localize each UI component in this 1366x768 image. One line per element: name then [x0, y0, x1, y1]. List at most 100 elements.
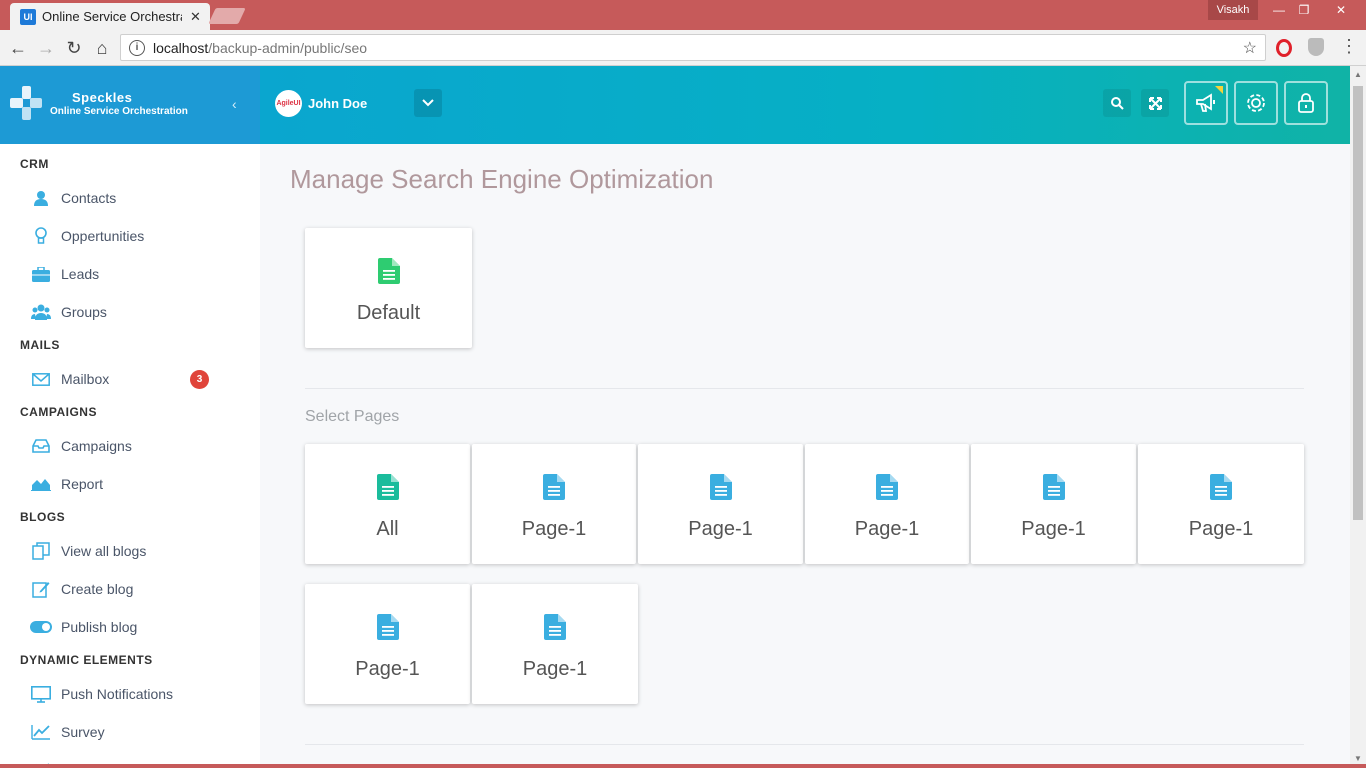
sidebar-item-report[interactable]: Report — [30, 472, 230, 496]
url-path: /backup-admin/public/seo — [208, 39, 368, 56]
brand-name: Speckles — [72, 90, 133, 105]
fullscreen-button[interactable] — [1141, 89, 1169, 117]
sidebar-item-label: Campaigns — [61, 438, 132, 454]
sidebar-item-label: Survey — [61, 724, 105, 740]
card-label: Page-1 — [355, 658, 420, 680]
card-label: Page-1 — [688, 518, 753, 540]
browser-toolbar: ← → ↻ ⌂ i localhost/backup-admin/public/… — [0, 30, 1366, 66]
sidebar-item-label: Contacts — [61, 190, 117, 206]
new-tab-button[interactable] — [208, 8, 246, 24]
sidebar-item-label: View all blogs — [61, 543, 147, 559]
opera-extension-icon[interactable] — [1276, 39, 1292, 57]
sidebar-item-label: Publish blog — [61, 619, 138, 635]
browser-menu-icon[interactable]: ⋮ — [1340, 36, 1358, 57]
sidebar-section-campaigns: CAMPAIGNS — [20, 405, 97, 419]
scroll-down-icon[interactable]: ▼ — [1354, 754, 1362, 763]
site-info-icon[interactable]: i — [129, 39, 145, 56]
monitor-icon — [30, 684, 52, 704]
sidebar-item-survey[interactable]: Survey — [30, 720, 230, 744]
expand-icon — [1148, 96, 1162, 110]
page-scrollbar[interactable]: ▲ ▼ — [1350, 66, 1366, 768]
document-icon — [376, 474, 399, 500]
default-card[interactable]: Default — [305, 228, 472, 348]
sidebar-item-publish-blog[interactable]: Publish blog — [30, 615, 230, 639]
url-bar[interactable]: i localhost/backup-admin/public/seo ☆ — [120, 34, 1266, 61]
settings-button[interactable] — [1234, 81, 1278, 125]
document-icon — [1210, 474, 1232, 500]
top-bar: AgileUI John Doe — [260, 66, 1350, 144]
sidebar-collapse-icon[interactable]: ‹ — [232, 96, 237, 112]
back-icon[interactable]: ← — [6, 36, 30, 60]
sidebar-section-blogs: BLOGS — [20, 510, 66, 524]
page-card[interactable]: Page-1 — [638, 444, 803, 564]
url-text: localhost/backup-admin/public/seo — [153, 40, 367, 56]
page-card[interactable]: Page-1 — [1138, 444, 1304, 564]
brand-logo-icon — [10, 86, 44, 120]
page-card-all[interactable]: All — [305, 444, 470, 564]
sidebar-item-oppertunities[interactable]: Oppertunities — [30, 224, 230, 248]
sidebar-item-push-notifications[interactable]: Push Notifications — [30, 682, 230, 706]
restore-icon[interactable]: ❐ — [1290, 0, 1318, 20]
sidebar-item-label: Push Notifications — [61, 686, 174, 702]
window-close-icon[interactable]: ✕ — [1327, 0, 1355, 20]
sidebar-item-label: Report — [61, 476, 104, 492]
toggle-icon — [30, 617, 52, 637]
sidebar-item-label: Leads — [61, 266, 100, 282]
envelope-icon — [30, 369, 52, 389]
brand-header: Speckles Online Service Orchestration ‹ — [0, 66, 260, 144]
lightbulb-icon — [30, 226, 52, 246]
sidebar-item-mailbox[interactable]: Mailbox 3 — [30, 367, 230, 391]
reload-icon[interactable]: ↻ — [62, 36, 86, 60]
favicon-icon: UI — [20, 8, 36, 25]
sidebar-item-groups[interactable]: Groups — [30, 300, 230, 324]
browser-tab[interactable]: UI Online Service Orchestration ✕ — [10, 3, 210, 30]
sidebar-section-crm: CRM — [20, 157, 49, 171]
sidebar-item-campaigns[interactable]: Campaigns — [30, 434, 230, 458]
sidebar-item-contacts[interactable]: Contacts — [30, 186, 230, 210]
card-label: Page-1 — [522, 658, 588, 680]
area-chart-icon — [30, 474, 52, 494]
minimize-icon[interactable]: — — [1265, 0, 1293, 20]
sidebar-item-view-all-blogs[interactable]: View all blogs — [30, 539, 230, 563]
scroll-up-icon[interactable]: ▲ — [1354, 70, 1362, 79]
avatar[interactable]: AgileUI — [275, 90, 302, 117]
sidebar-section-dynamic-elements: DYNAMIC ELEMENTS — [20, 653, 153, 667]
inbox-icon — [30, 436, 52, 456]
user-dropdown-button[interactable] — [414, 89, 442, 117]
document-icon — [709, 474, 732, 500]
edit-icon — [30, 579, 52, 599]
window-user-badge: Visakh — [1208, 0, 1258, 20]
close-tab-icon[interactable]: ✕ — [190, 9, 201, 25]
main-content: Manage Search Engine Optimization Defaul… — [260, 144, 1350, 768]
home-icon[interactable]: ⌂ — [90, 36, 114, 60]
page-card[interactable]: Page-1 — [472, 444, 636, 564]
page-card[interactable]: Page-1 — [305, 584, 470, 704]
user-name[interactable]: John Doe — [308, 96, 367, 111]
lock-button[interactable] — [1284, 81, 1328, 125]
copy-icon — [30, 541, 52, 561]
select-pages-label: Select Pages — [305, 408, 400, 425]
document-icon — [544, 614, 566, 640]
window-bottom-edge — [0, 764, 1366, 768]
scroll-thumb[interactable] — [1353, 86, 1363, 520]
sidebar-item-create-blog[interactable]: Create blog — [30, 577, 230, 601]
divider — [305, 388, 1304, 389]
page-card[interactable]: Page-1 — [971, 444, 1136, 564]
page-card[interactable]: Page-1 — [805, 444, 969, 564]
forward-icon[interactable]: → — [34, 36, 58, 60]
shield-extension-icon[interactable] — [1308, 38, 1324, 56]
search-icon — [1111, 97, 1124, 110]
bookmark-star-icon[interactable]: ☆ — [1243, 38, 1257, 58]
page-card[interactable]: Page-1 — [472, 584, 638, 704]
sidebar-item-leads[interactable]: Leads — [30, 262, 230, 286]
card-label: Default — [356, 302, 421, 324]
search-button[interactable] — [1103, 89, 1131, 117]
document-icon — [376, 614, 399, 640]
card-label: Page-1 — [521, 518, 587, 540]
sidebar-item-label: Groups — [61, 304, 107, 320]
divider — [305, 744, 1304, 745]
sidebar-item-label: Create blog — [61, 581, 134, 597]
announcements-button[interactable] — [1184, 81, 1228, 125]
document-icon — [876, 474, 898, 500]
lock-icon — [1298, 93, 1314, 113]
